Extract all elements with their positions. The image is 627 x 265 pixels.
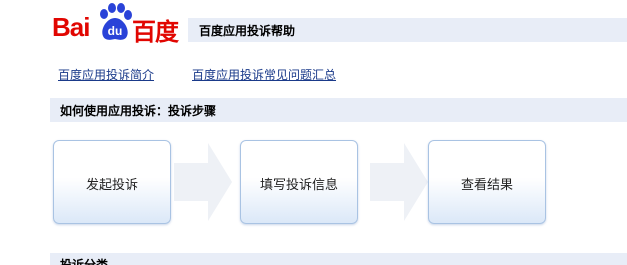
header: Bai du 百度 百度应用投诉帮助 (0, 0, 627, 46)
step-label: 填写投诉信息 (259, 178, 338, 193)
page-title: 百度应用投诉帮助 (199, 24, 296, 38)
link-intro[interactable]: 百度应用投诉简介 (58, 66, 154, 83)
section-header-steps: 如何使用应用投诉：投诉步骤 (50, 98, 627, 122)
page-title-bar: 百度应用投诉帮助 (188, 18, 627, 42)
link-faq[interactable]: 百度应用投诉常见问题汇总 (192, 66, 336, 83)
step-fill-info[interactable]: 填写投诉信息 (240, 140, 358, 224)
step-view-result[interactable]: 查看结果 (428, 140, 546, 224)
logo-text-bai: Bai (52, 12, 90, 42)
logo-text-cn: 百度 (132, 18, 179, 46)
step-label: 查看结果 (460, 178, 513, 193)
arrow-right-icon (174, 143, 232, 221)
step-submit-complaint[interactable]: 发起投诉 (53, 140, 171, 224)
section-header-categories: 投诉分类 (50, 253, 627, 265)
arrow-right-icon (370, 143, 428, 221)
logo-text-du: du (107, 24, 123, 38)
baidu-logo[interactable]: Bai du 百度 (52, 2, 182, 46)
section-title-steps: 如何使用应用投诉：投诉步骤 (60, 104, 217, 118)
step-label: 发起投诉 (85, 178, 138, 193)
section-title-categories: 投诉分类 (60, 258, 109, 265)
